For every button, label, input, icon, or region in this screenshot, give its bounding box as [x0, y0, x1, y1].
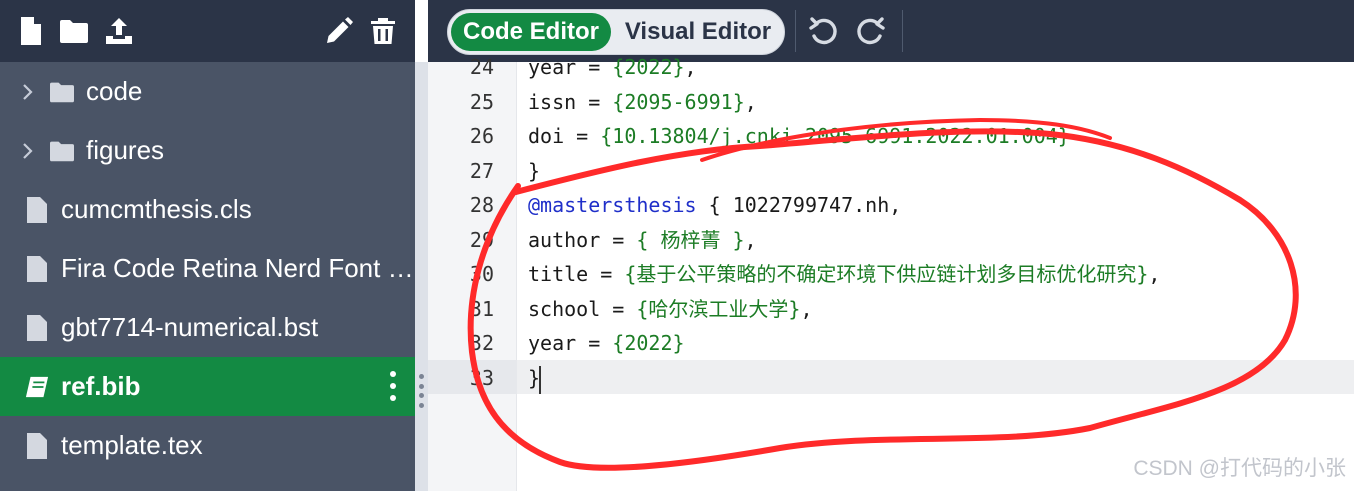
line-number: 29 [469, 227, 494, 252]
tree-file-ref-bib[interactable]: ref.bib [0, 357, 415, 416]
code-line[interactable]: school = {哈尔滨工业大学}, [528, 292, 813, 326]
tree-item-label: figures [86, 135, 165, 165]
tree-item-label: template.tex [61, 430, 203, 460]
tree-file-cumcmthesis-cls[interactable]: cumcmthesis.cls [0, 180, 415, 239]
code-text: author = [528, 227, 637, 252]
redo-icon[interactable] [856, 16, 888, 48]
tree-item-label: ref.bib [61, 371, 141, 401]
toolbar-divider [795, 10, 796, 52]
line-number: 32 [469, 331, 494, 355]
line-number: 30 [469, 262, 494, 286]
code-line[interactable]: @mastersthesis { 1022799747.nh, [528, 188, 901, 222]
code-text: { 1022799747.nh, [696, 193, 902, 217]
new-folder-icon[interactable] [57, 14, 91, 48]
tree-file-template-tex[interactable]: template.tex [0, 416, 415, 475]
code-string: {基于公平策略的不确定环境下供应链计划多目标优化研究} [624, 262, 1149, 286]
new-file-icon[interactable] [14, 14, 48, 48]
code-string: {哈尔滨工业大学} [636, 296, 801, 321]
code-line[interactable]: year = {2022}, [528, 50, 697, 84]
tree-item-label: cumcmthesis.cls [61, 194, 252, 224]
text-cursor [539, 366, 541, 394]
undo-icon[interactable] [808, 16, 840, 48]
code-text: doi = [528, 124, 601, 148]
tree-item-label: gbt7714-numerical.bst [61, 312, 319, 342]
line-number: 25 [469, 89, 494, 114]
code-string: {2095-6991} [612, 89, 745, 114]
book-icon [24, 371, 50, 403]
grip-icon [419, 374, 424, 408]
folder-icon [48, 76, 76, 108]
trash-icon[interactable] [366, 14, 400, 48]
tree-file-fira-code-font[interactable]: Fira Code Retina Nerd Font Complete.ttf [0, 239, 415, 298]
active-line-highlight [517, 360, 1354, 394]
line-number-gutter: 24 25 26 27 28 29 30 31 32 33 [428, 55, 517, 491]
pencil-icon[interactable] [322, 14, 356, 48]
file-icon [24, 253, 50, 285]
watermark: CSDN @打代码的小张 [1133, 457, 1346, 480]
code-line[interactable]: issn = {2095-6991}, [528, 85, 757, 119]
code-text: , [684, 55, 697, 79]
file-icon [24, 430, 50, 462]
code-line[interactable]: author = { 杨梓菁 }, [528, 223, 757, 257]
code-string: {10.13804/j.cnki.2095-6991.2022.01.004} [600, 124, 1070, 148]
editor-mode-toggle: Code Editor Visual Editor [447, 9, 785, 55]
code-text: } [528, 158, 541, 183]
line-number: 24 [469, 55, 494, 79]
chevron-right-icon[interactable] [18, 77, 38, 107]
tree-file-gbt7714-bst[interactable]: gbt7714-numerical.bst [0, 298, 415, 357]
code-text: year = [528, 55, 613, 79]
code-editor[interactable]: year = {2022}, issn = {2095-6991}, doi = {… [517, 55, 1354, 491]
code-string: {2022} [612, 55, 685, 79]
code-line[interactable]: title = {基于公平策略的不确定环境下供应链计划多目标优化研究}, [528, 257, 1160, 291]
code-line[interactable]: doi = {10.13804/j.cnki.2095-6991.2022.01… [528, 119, 1070, 153]
line-number: 26 [469, 124, 494, 148]
tree-folder-code[interactable]: code [0, 62, 415, 121]
file-tree-panel: code figures cumcmthesis.cls Fira Code R… [0, 0, 415, 491]
code-line[interactable]: } [528, 154, 540, 188]
code-text: school = [528, 296, 637, 321]
tree-item-label: Fira Code Retina Nerd Font Complete.ttf [61, 253, 415, 283]
more-options-icon[interactable] [385, 371, 401, 401]
panel-resize-handle[interactable] [415, 62, 428, 491]
code-text: year = [528, 331, 613, 355]
code-text: title = [528, 262, 625, 286]
code-keyword: @mastersthesis [528, 193, 697, 217]
code-text: , [744, 89, 757, 114]
tree-item-label: code [86, 76, 143, 106]
visual-editor-button[interactable]: Visual Editor [618, 13, 778, 51]
upload-icon[interactable] [102, 14, 136, 48]
code-editor-button[interactable]: Code Editor [451, 13, 611, 51]
line-number: 28 [469, 193, 494, 217]
file-tree: code figures cumcmthesis.cls Fira Code R… [0, 62, 415, 475]
file-tree-toolbar [0, 0, 415, 62]
code-string: { 杨梓菁 } [636, 227, 745, 252]
folder-icon [48, 135, 76, 167]
code-text: issn = [528, 89, 613, 114]
toolbar-divider [902, 10, 903, 52]
file-icon [24, 312, 50, 344]
code-text: , [800, 296, 813, 321]
code-text: , [1148, 262, 1161, 286]
line-number: 33 [469, 365, 494, 390]
file-icon [24, 194, 50, 226]
tree-folder-figures[interactable]: figures [0, 121, 415, 180]
line-number: 31 [469, 296, 494, 321]
code-line[interactable]: year = {2022} [528, 326, 685, 360]
chevron-right-icon[interactable] [18, 136, 38, 166]
code-string: {2022} [612, 331, 685, 355]
code-text: , [744, 227, 757, 252]
line-number: 27 [469, 158, 494, 183]
